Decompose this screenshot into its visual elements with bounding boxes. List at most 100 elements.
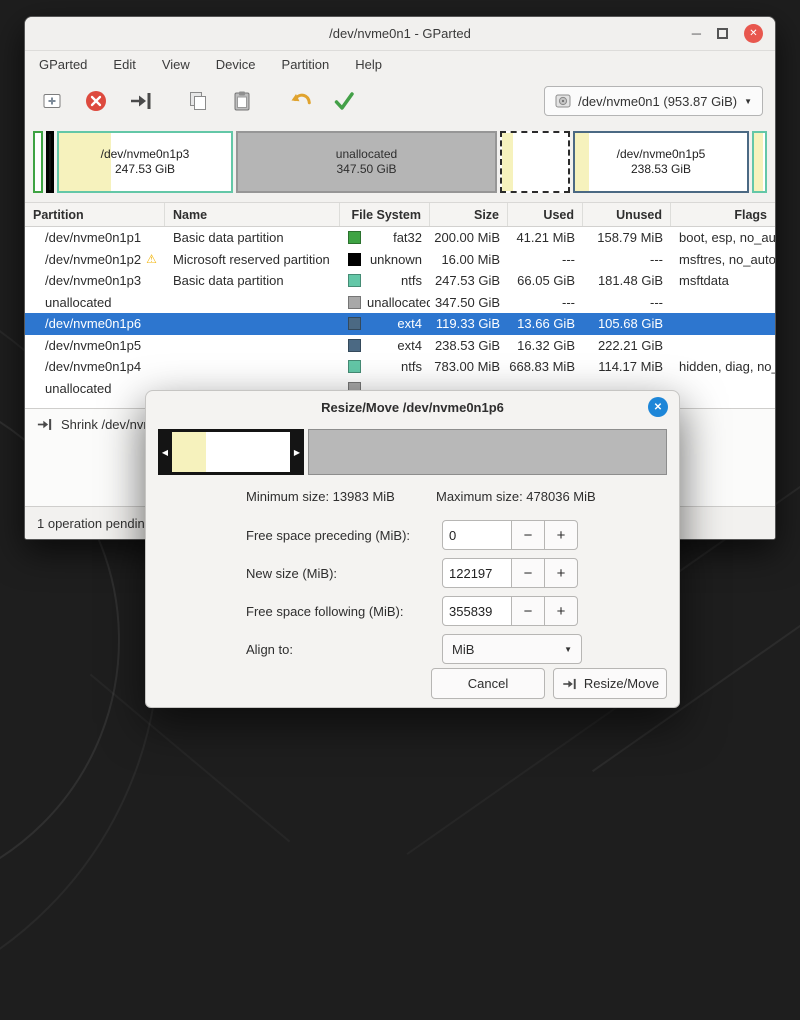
menu-partition[interactable]: Partition <box>282 57 330 72</box>
column-header-name: Name <box>165 203 340 226</box>
segment-size: 238.53 GiB <box>631 162 691 177</box>
window-controls: ─ ✕ <box>692 24 775 43</box>
table-row-unallocated-1[interactable]: unallocated unallocated 347.50 GiB --- -… <box>25 292 775 314</box>
partition-unused: --- <box>583 249 671 271</box>
resize-move-icon <box>561 677 577 691</box>
segment-label: /dev/nvme0n1p5 <box>617 147 706 162</box>
segment-label: unallocated <box>336 147 397 162</box>
menu-edit[interactable]: Edit <box>113 57 135 72</box>
resize-used-fill <box>172 432 206 472</box>
filesystem-name: ntfs <box>401 273 422 288</box>
increment-button[interactable]: + <box>544 558 578 588</box>
diskbar-segment-p6-selected[interactable] <box>500 131 570 193</box>
table-row-nvme0n1p1[interactable]: /dev/nvme0n1p1 Basic data partition fat3… <box>25 227 775 249</box>
resize-move-confirm-button[interactable]: Resize/Move <box>553 668 667 699</box>
partition-size: 247.53 GiB <box>430 270 508 292</box>
diskbar-segment-p5[interactable]: /dev/nvme0n1p5 238.53 GiB <box>573 131 749 193</box>
titlebar[interactable]: /dev/nvme0n1 - GParted ─ ✕ <box>25 17 775 51</box>
partition-label <box>165 313 340 335</box>
diskbar-segment-p2[interactable] <box>46 131 54 193</box>
partition-unused: 158.79 MiB <box>583 227 671 249</box>
partition-flags: msftres, no_automo <box>671 249 775 271</box>
device-selector[interactable]: /dev/nvme0n1 (953.87 GiB) ▼ <box>544 86 763 116</box>
filesystem-name: ext4 <box>397 316 422 331</box>
decrement-button[interactable]: − <box>511 558 545 588</box>
maximum-size-label: Maximum size: 478036 MiB <box>436 489 596 504</box>
table-row-nvme0n1p5[interactable]: /dev/nvme0n1p5 ext4 238.53 GiB 16.32 GiB… <box>25 335 775 357</box>
diskbar-segment-unallocated[interactable]: unallocated 347.50 GiB <box>236 131 497 193</box>
table-row-nvme0n1p4[interactable]: /dev/nvme0n1p4 ntfs 783.00 MiB 668.83 Mi… <box>25 356 775 378</box>
diskbar-segment-p4[interactable] <box>752 131 767 193</box>
resize-free-following-region <box>308 429 667 475</box>
menu-gparted[interactable]: GParted <box>39 57 87 72</box>
copy-icon <box>187 90 209 112</box>
disk-icon <box>555 93 571 109</box>
diskbar-segment-p1[interactable] <box>33 131 43 193</box>
new-size-input[interactable] <box>442 558 512 588</box>
undo-icon <box>288 89 312 113</box>
diskbar-segment-p3[interactable]: /dev/nvme0n1p3 247.53 GiB <box>57 131 233 193</box>
increment-button[interactable]: + <box>544 596 578 626</box>
delete-icon <box>84 89 108 113</box>
partition-unused: --- <box>583 292 671 314</box>
partition-flags <box>671 313 775 335</box>
copy-button[interactable] <box>183 86 213 116</box>
partition-name: unallocated <box>45 381 112 396</box>
paste-button[interactable] <box>227 86 257 116</box>
used-space-fill <box>502 133 513 191</box>
column-header-used: Used <box>508 203 583 226</box>
partition-size: 119.33 GiB <box>430 313 508 335</box>
partition-unused: 222.21 GiB <box>583 335 671 357</box>
table-row-nvme0n1p6-selected[interactable]: /dev/nvme0n1p6 ext4 119.33 GiB 13.66 GiB… <box>25 313 775 335</box>
free-space-preceding-row: Free space preceding (MiB): − + <box>158 520 667 550</box>
maximize-button[interactable] <box>717 28 728 39</box>
new-partition-button[interactable] <box>37 86 67 116</box>
resize-move-button-label: Resize/Move <box>584 676 659 691</box>
menu-view[interactable]: View <box>162 57 190 72</box>
increment-button[interactable]: + <box>544 520 578 550</box>
partition-label: Basic data partition <box>165 270 340 292</box>
operation-text: Shrink /dev/nvm <box>61 417 154 432</box>
decrement-button[interactable]: − <box>511 596 545 626</box>
free-space-following-input[interactable] <box>442 596 512 626</box>
table-row-nvme0n1p3[interactable]: /dev/nvme0n1p3 Basic data partition ntfs… <box>25 270 775 292</box>
minimize-button[interactable]: ─ <box>692 27 701 40</box>
dialog-titlebar[interactable]: Resize/Move /dev/nvme0n1p6 ✕ <box>146 391 679 423</box>
resize-left-handle[interactable]: ◀ <box>158 429 172 475</box>
decrement-button[interactable]: − <box>511 520 545 550</box>
dialog-body: ◀ ▶ Minimum size: 13983 MiB Maximum size… <box>146 423 679 708</box>
partition-label: Microsoft reserved partition <box>165 249 340 271</box>
menubar: GParted Edit View Device Partition Help <box>25 51 775 78</box>
partition-label <box>165 292 340 314</box>
delete-partition-button[interactable] <box>81 86 111 116</box>
partition-size: 347.50 GiB <box>430 292 508 314</box>
partition-flags: boot, esp, no_autom <box>671 227 775 249</box>
partition-label <box>165 335 340 357</box>
resize-selected-region[interactable] <box>172 429 290 475</box>
partition-flags <box>671 335 775 357</box>
free-space-preceding-input[interactable] <box>442 520 512 550</box>
partition-size: 238.53 GiB <box>430 335 508 357</box>
table-row-nvme0n1p2[interactable]: /dev/nvme0n1p2⚠ Microsoft reserved parti… <box>25 249 775 271</box>
apply-check-icon <box>332 89 356 113</box>
menu-help[interactable]: Help <box>355 57 382 72</box>
filesystem-color-chip <box>348 296 361 309</box>
align-to-row: Align to: MiB ▼ <box>158 634 667 664</box>
menu-device[interactable]: Device <box>216 57 256 72</box>
partition-used: 668.83 MiB <box>508 356 583 378</box>
dialog-close-button[interactable]: ✕ <box>648 397 668 417</box>
partition-flags: msftdata <box>671 270 775 292</box>
align-to-dropdown[interactable]: MiB ▼ <box>442 634 582 664</box>
cancel-button-label: Cancel <box>468 676 508 691</box>
resize-move-dialog: Resize/Move /dev/nvme0n1p6 ✕ ◀ ▶ Minimum… <box>145 390 680 708</box>
segment-label: /dev/nvme0n1p3 <box>101 147 190 162</box>
resize-right-handle[interactable]: ▶ <box>290 429 304 475</box>
undo-button[interactable] <box>285 86 315 116</box>
close-button[interactable]: ✕ <box>744 24 763 43</box>
cancel-button[interactable]: Cancel <box>431 668 545 699</box>
statusbar-text: 1 operation pendin <box>37 516 145 531</box>
partition-used: --- <box>508 292 583 314</box>
resize-move-button[interactable] <box>125 86 155 116</box>
apply-button[interactable] <box>329 86 359 116</box>
partition-unused: 105.68 GiB <box>583 313 671 335</box>
